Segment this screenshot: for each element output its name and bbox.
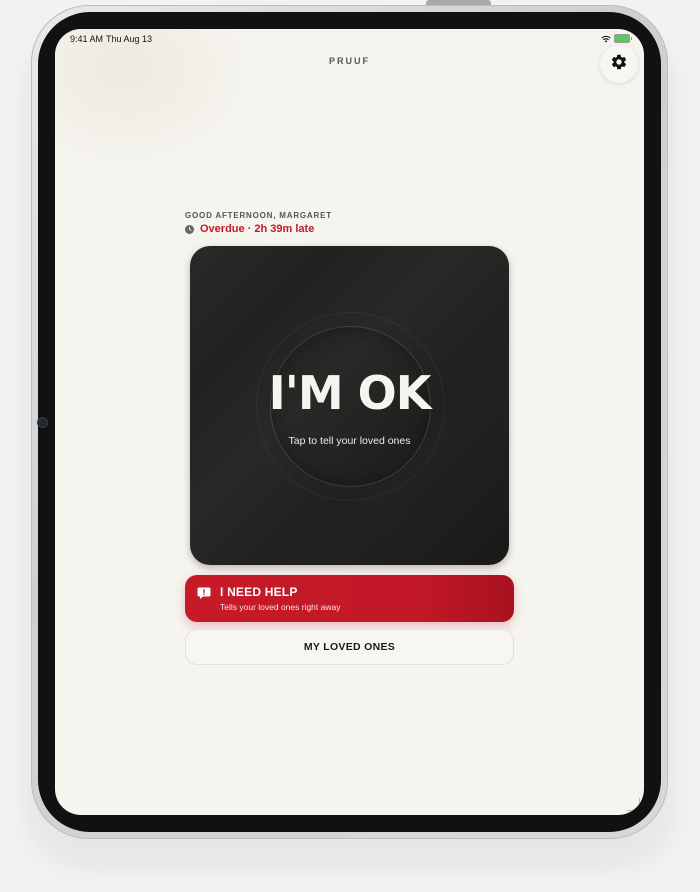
help-subtitle: Tells your loved ones right away [220, 602, 341, 612]
app-title: PRUUF [329, 56, 370, 66]
i-need-help-button[interactable]: I NEED HELP Tells your loved ones right … [185, 575, 514, 622]
status-indicators [601, 34, 632, 43]
app-screen: 9:41 AM Thu Aug 13 PRUUF GOOD AFTERNOON,… [55, 29, 644, 815]
battery-icon [614, 34, 632, 43]
status-bar: 9:41 AM Thu Aug 13 [55, 29, 644, 51]
wifi-icon [601, 35, 611, 43]
alert-bubble-icon [197, 586, 211, 600]
stage: 9:41 AM Thu Aug 13 PRUUF GOOD AFTERNOON,… [0, 0, 700, 892]
camera-icon [38, 418, 47, 427]
power-button [426, 0, 491, 5]
settings-button[interactable] [600, 45, 638, 83]
overdue-status: Overdue · 2h 39m late [185, 223, 314, 235]
gear-icon [610, 53, 628, 76]
my-loved-ones-button[interactable]: MY LOVED ONES [185, 629, 514, 665]
im-ok-label: I'M OK [268, 366, 432, 420]
greeting-text: GOOD AFTERNOON, MARGARET [185, 211, 332, 220]
status-time: 9:41 AM [70, 34, 104, 44]
help-title: I NEED HELP [220, 585, 298, 599]
im-ok-subtitle: Tap to tell your loved ones [288, 435, 411, 447]
status-date: Thu Aug 13 [106, 34, 153, 44]
overdue-text: Overdue · 2h 39m late [200, 223, 315, 235]
clock-icon [185, 224, 194, 234]
im-ok-button[interactable]: I'M OK Tap to tell your loved ones [190, 246, 509, 565]
